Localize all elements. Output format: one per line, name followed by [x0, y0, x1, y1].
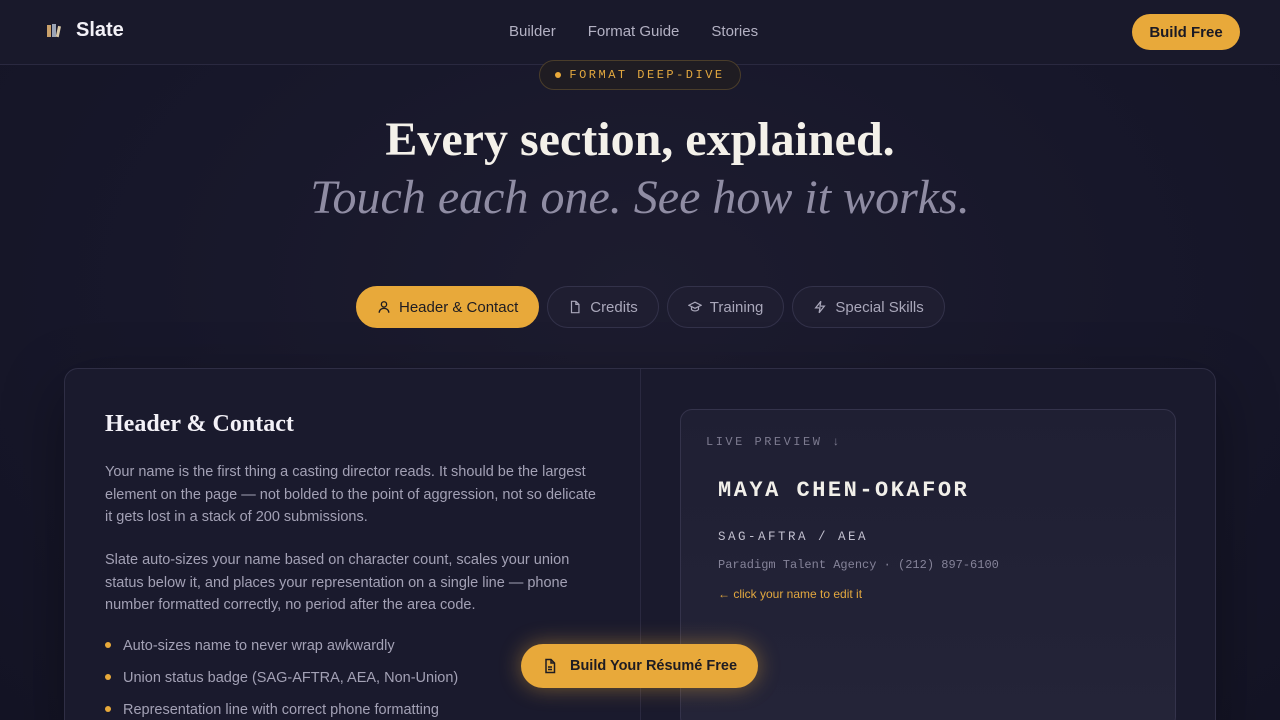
list-item: Representation line with correct phone f… — [105, 699, 458, 720]
tab-label: Credits — [590, 298, 638, 316]
actor-name[interactable]: MAYA CHEN-OKAFOR — [718, 478, 969, 503]
build-free-button[interactable]: Build Free — [1132, 14, 1240, 50]
cta-label: Build Your Résumé Free — [569, 658, 738, 674]
user-icon — [378, 301, 390, 313]
tab-label: Special Skills — [835, 298, 924, 316]
lightning-icon — [814, 300, 827, 314]
section-title: Header & Contact — [105, 411, 294, 437]
edit-hint: ← click your name to edit it — [718, 587, 863, 601]
top-nav: Slate Builder Format Guide Stories Build… — [0, 0, 1280, 65]
tab-special-skills[interactable]: Special Skills — [792, 286, 945, 328]
graduation-cap-icon — [687, 301, 702, 312]
union-status: SAG-AFTRA / AEA — [718, 530, 869, 544]
preview-label: LIVE PREVIEW ↓ — [706, 435, 842, 449]
format-badge: FORMAT DEEP-DIVE — [539, 60, 741, 90]
tab-header-contact[interactable]: Header & Contact — [356, 286, 540, 328]
nav-link-format-guide[interactable]: Format Guide — [588, 23, 680, 40]
hero-subtitle: Touch each one. See how it works. — [310, 171, 970, 224]
tab-label: Header & Contact — [399, 298, 519, 316]
section-paragraph: Your name is the first thing a casting d… — [105, 464, 596, 525]
feature-list: Auto-sizes name to never wrap awkwardly … — [105, 635, 458, 720]
nav-link-builder[interactable]: Builder — [509, 23, 556, 40]
books-icon — [44, 21, 64, 41]
brand[interactable]: Slate — [44, 19, 124, 42]
list-item: Union status badge (SAG-AFTRA, AEA, Non-… — [105, 667, 458, 699]
file-icon — [571, 300, 580, 314]
section-tabs: Header & Contact Credits Training Specia… — [356, 286, 953, 328]
tab-label: Training — [709, 298, 764, 316]
document-icon — [545, 658, 556, 674]
list-item: Auto-sizes name to never wrap awkwardly — [105, 635, 458, 667]
badge-label: FORMAT DEEP-DIVE — [569, 68, 725, 82]
representation-line: Paradigm Talent Agency · (212) 897-6100 — [718, 558, 999, 572]
badge-dot — [555, 72, 562, 78]
hero-title: Every section, explained. — [385, 113, 895, 166]
tab-credits[interactable]: Credits — [547, 286, 659, 328]
section-paragraph: Slate auto-sizes your name based on char… — [105, 552, 570, 613]
brand-name: Slate — [76, 19, 124, 41]
tab-training[interactable]: Training — [666, 286, 785, 328]
nav-link-stories[interactable]: Stories — [711, 23, 758, 40]
nav-links: Builder Format Guide Stories — [509, 23, 790, 40]
build-resume-button[interactable]: Build Your Résumé Free — [521, 644, 758, 688]
